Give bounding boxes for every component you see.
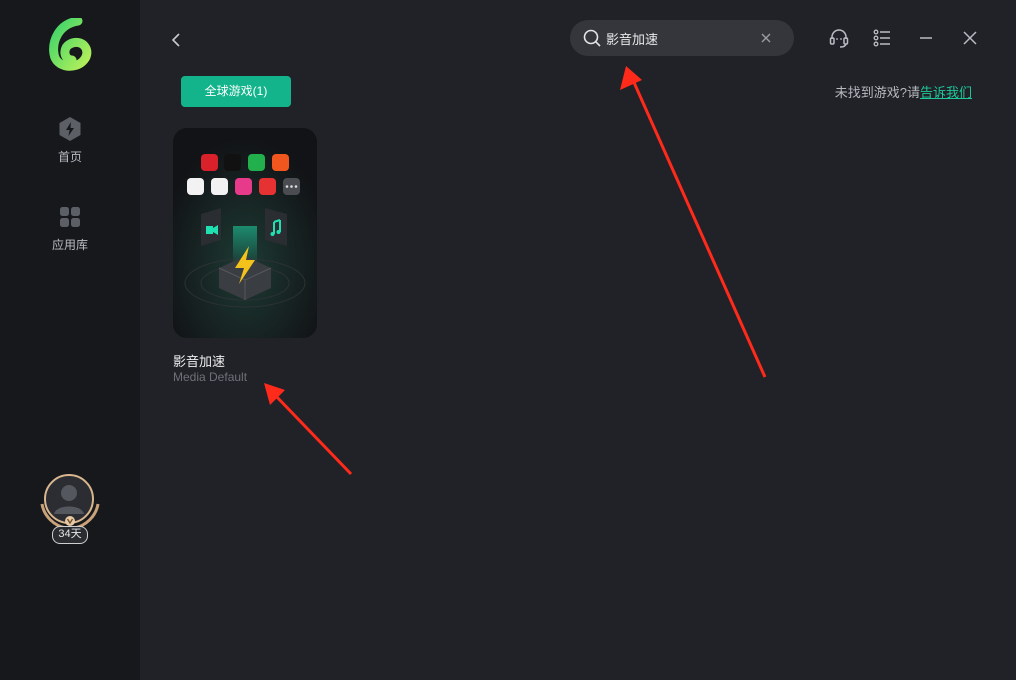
- arrow-to-search: [620, 66, 767, 378]
- arrow-to-card-subtitle: [264, 383, 353, 476]
- search-icon: [583, 29, 601, 47]
- vip-badge-icon: [65, 516, 75, 526]
- annotation-arrows: [264, 66, 767, 476]
- search-box[interactable]: 影音加速: [570, 20, 794, 56]
- global-games-filter-button[interactable]: 全球游戏(1): [181, 76, 291, 107]
- grid-apps-icon: [60, 207, 80, 227]
- game-card-subtitle: Media Default: [173, 370, 248, 384]
- user-avatar[interactable]: 34天: [40, 470, 100, 550]
- sidebar: 首页 应用库 34天: [0, 0, 140, 680]
- clear-search-icon[interactable]: [758, 30, 774, 46]
- media-acceleration-cover-image: [173, 128, 317, 338]
- close-icon[interactable]: [958, 26, 982, 50]
- list-icon[interactable]: [870, 26, 894, 50]
- game-card-title: 影音加速: [173, 354, 226, 369]
- app-logo-icon: [49, 18, 92, 71]
- lightning-hexagon-icon: [59, 117, 81, 141]
- membership-days-badge: 34天: [52, 526, 88, 544]
- sidebar-item-label: 应用库: [51, 238, 88, 252]
- not-found-text: 未找到游戏?请: [834, 85, 920, 100]
- search-input[interactable]: 影音加速: [606, 29, 658, 48]
- minimize-icon[interactable]: [914, 26, 938, 50]
- game-card[interactable]: [173, 128, 317, 338]
- sidebar-item-home[interactable]: 首页: [0, 116, 140, 165]
- tell-us-link[interactable]: 告诉我们: [920, 85, 972, 100]
- back-chevron-icon[interactable]: [168, 30, 186, 50]
- not-found-hint: 未找到游戏?请告诉我们: [835, 82, 972, 101]
- sidebar-item-app-library[interactable]: 应用库: [0, 204, 140, 253]
- sidebar-item-label: 首页: [57, 150, 82, 164]
- headset-icon[interactable]: [827, 26, 851, 50]
